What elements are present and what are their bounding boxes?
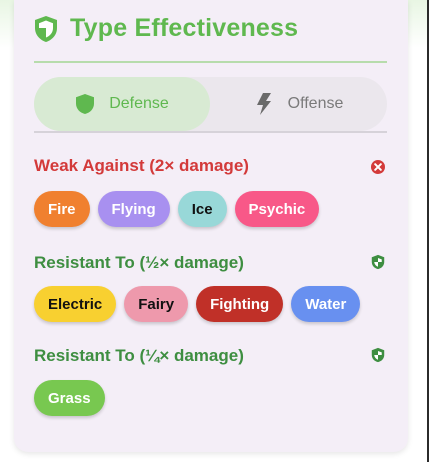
header-divider bbox=[34, 61, 387, 63]
type-chip-electric[interactable]: Electric bbox=[34, 286, 117, 322]
shield-icon bbox=[371, 347, 385, 363]
type-chip-fire[interactable]: Fire bbox=[34, 191, 90, 227]
page-title: Type Effectiveness bbox=[70, 14, 299, 42]
tab-defense[interactable]: Defense bbox=[34, 77, 210, 131]
type-chip-fighting[interactable]: Fighting bbox=[196, 286, 284, 322]
type-effectiveness-card: Type Effectiveness Defense Offense Weak … bbox=[14, 0, 408, 452]
section-title-resist-half: Resistant To (½× damage) bbox=[34, 253, 244, 272]
section-title-resist-quarter: Resistant To (¼× damage) bbox=[34, 346, 244, 365]
tabs-divider bbox=[34, 131, 387, 133]
shield-icon bbox=[35, 15, 57, 42]
mode-tabs: Defense Offense bbox=[34, 77, 387, 131]
type-chip-flying[interactable]: Flying bbox=[97, 191, 170, 227]
tab-offense[interactable]: Offense bbox=[210, 77, 387, 131]
type-chip-fairy[interactable]: Fairy bbox=[124, 286, 189, 322]
section-title-weak: Weak Against (2× damage) bbox=[34, 156, 249, 175]
type-chip-ice[interactable]: Ice bbox=[177, 191, 227, 227]
tab-defense-label: Defense bbox=[109, 95, 169, 112]
type-chip-water[interactable]: Water bbox=[291, 286, 361, 322]
type-chip-psychic[interactable]: Psychic bbox=[234, 191, 320, 227]
chip-row-resist-quarter: Grass bbox=[34, 380, 113, 416]
type-chip-grass[interactable]: Grass bbox=[34, 380, 105, 416]
lightning-icon bbox=[256, 93, 271, 115]
shield-icon bbox=[371, 254, 385, 270]
chip-row-weak: Fire Flying Ice Psychic bbox=[34, 191, 327, 227]
chip-row-resist-half: Electric Fairy Fighting Water bbox=[34, 286, 368, 322]
tab-offense-label: Offense bbox=[287, 95, 344, 112]
card-header: Type Effectiveness bbox=[34, 14, 298, 43]
shield-icon bbox=[76, 94, 95, 114]
x-circle-icon bbox=[371, 160, 385, 174]
